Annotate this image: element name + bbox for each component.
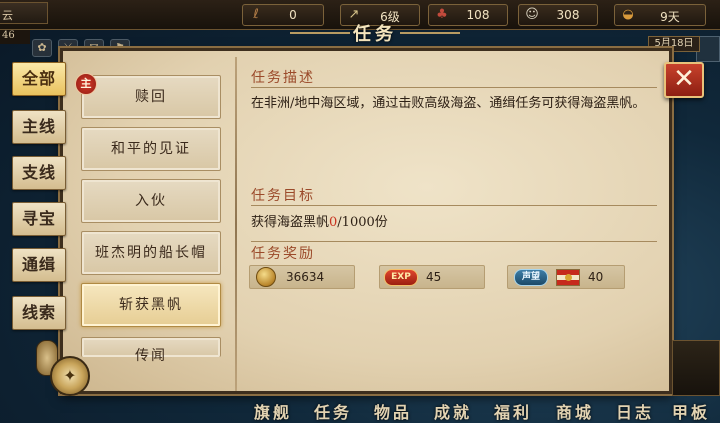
- nav-log[interactable]: 日志: [616, 399, 654, 423]
- resource-food[interactable]: ◒ 9天: [614, 4, 706, 26]
- nav-welfare[interactable]: 福利: [494, 399, 532, 423]
- main-quest-badge: 主: [75, 73, 97, 95]
- tab-side[interactable]: 支线: [12, 156, 66, 190]
- resource-sailor[interactable]: ☺ 308: [518, 4, 598, 26]
- task-item-ransom[interactable]: 赎回: [81, 75, 221, 119]
- coin-icon: [256, 267, 276, 287]
- tab-wanted[interactable]: 通缉: [12, 248, 66, 282]
- goal-title: 任务目标: [251, 188, 315, 204]
- reward-coin[interactable]: 36634: [249, 265, 355, 289]
- nation-flag-icon: [556, 269, 580, 286]
- nav-items[interactable]: 物品: [374, 399, 412, 423]
- bottom-nav: 旗舰 任务 物品 成就 福利 商城 日志 甲板: [240, 396, 720, 423]
- tab-clues[interactable]: 线索: [12, 296, 66, 330]
- tab-treasure[interactable]: 寻宝: [12, 202, 66, 236]
- compass-icon[interactable]: ✦: [50, 356, 90, 396]
- desc-title: 任务描述: [251, 70, 315, 86]
- task-item-benjamin-hat[interactable]: 班杰明的船长帽: [81, 231, 221, 275]
- top-left-label: 云: [0, 2, 48, 24]
- title-banner: 任务: [290, 18, 460, 46]
- quest-panel: 赎回 和平的见证 入伙 班杰明的船长帽 斩获黑帆 传闻 主 任务描述 在非洲/地…: [60, 48, 672, 394]
- page-title: 任务: [353, 24, 397, 45]
- reward-exp[interactable]: EXP 45: [379, 265, 485, 289]
- task-detail: 任务描述 在非洲/地中海区域，通过击败高级海盗、通缉任务可获得海盗黑帆。 任务目…: [245, 61, 665, 387]
- desc-rule: [251, 87, 657, 88]
- reward-exp-value: 45: [426, 270, 442, 284]
- nav-quests[interactable]: 任务: [314, 399, 352, 423]
- resource-crew-value: 108: [466, 8, 490, 22]
- goal-prefix: 获得海盗黑帆: [251, 215, 330, 230]
- resource-sailor-value: 308: [556, 8, 580, 22]
- top-left-counter: 46: [0, 30, 30, 44]
- task-list: 赎回 和平的见证 入伙 班杰明的船长帽 斩获黑帆 传闻: [71, 61, 229, 387]
- goal-suffix: /1000份: [337, 215, 388, 230]
- tab-main[interactable]: 主线: [12, 110, 66, 144]
- reward-title: 任务奖励: [251, 246, 315, 262]
- settings-icon[interactable]: ✿: [32, 39, 52, 57]
- nav-shop[interactable]: 商城: [556, 399, 594, 423]
- task-item-peace-witness[interactable]: 和平的见证: [81, 127, 221, 171]
- desc-text: 在非洲/地中海区域，通过击败高级海盗、通缉任务可获得海盗黑帆。: [251, 96, 646, 111]
- reward-coin-value: 36634: [286, 270, 325, 284]
- tab-all[interactable]: 全部: [12, 62, 66, 96]
- parchment-background: 赎回 和平的见证 入伙 班杰明的船长帽 斩获黑帆 传闻 主 任务描述 在非洲/地…: [63, 51, 669, 391]
- wood-icon: ℓ: [253, 7, 259, 22]
- nav-flagship[interactable]: 旗舰: [254, 399, 292, 423]
- column-divider: [235, 57, 237, 391]
- reputation-icon: 声望: [514, 269, 548, 286]
- reward-reputation[interactable]: 声望 40: [507, 265, 625, 289]
- sailor-icon: ☺: [525, 7, 539, 22]
- nav-achievements[interactable]: 成就: [434, 399, 472, 423]
- goal-rule: [251, 205, 657, 206]
- reward-rule: [251, 241, 657, 242]
- close-button[interactable]: ✕: [664, 62, 704, 98]
- exp-icon: EXP: [384, 269, 418, 286]
- side-panel-edge: [672, 340, 720, 396]
- reward-reputation-value: 40: [588, 270, 604, 284]
- resource-food-value: 9天: [660, 10, 680, 24]
- food-icon: ◒: [622, 7, 634, 22]
- goal-text: 获得海盗黑帆0/1000份: [251, 211, 388, 230]
- task-item-rumor[interactable]: 传闻: [81, 337, 221, 364]
- task-item-join[interactable]: 入伙: [81, 179, 221, 223]
- task-item-black-sail[interactable]: 斩获黑帆: [81, 283, 221, 327]
- nav-deck[interactable]: 甲板: [672, 399, 710, 423]
